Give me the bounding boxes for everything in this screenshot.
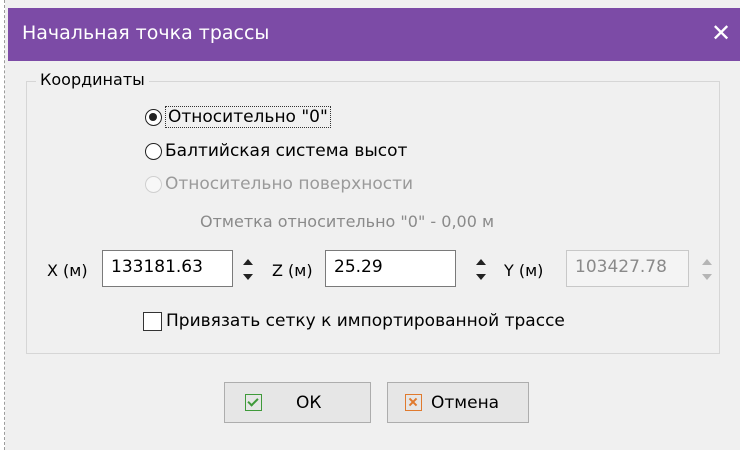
radio-button-checked[interactable] (145, 108, 162, 126)
cancel-button[interactable]: Отмена (387, 382, 529, 423)
radio-button-disabled (145, 175, 162, 193)
title-bar: Начальная точка трассы ✕ (8, 8, 740, 61)
spin-up-icon[interactable] (243, 259, 253, 265)
spin-down-icon (702, 274, 712, 280)
z-spinner[interactable] (472, 250, 490, 287)
x-label: X (м) (47, 261, 88, 280)
spin-down-icon[interactable] (476, 274, 486, 280)
check-icon (245, 394, 262, 411)
radio-baltic-system[interactable]: Балтийская система высот (145, 138, 407, 164)
radio-label-relative-zero: Относительно "0" (165, 106, 331, 128)
radio-label-relative-surface: Относительно поверхности (165, 174, 414, 194)
y-spinner (698, 250, 716, 287)
snap-grid-option[interactable]: Привязать сетку к импортированной трассе (143, 311, 565, 331)
snap-grid-label: Привязать сетку к импортированной трассе (166, 311, 565, 331)
radio-button[interactable] (145, 142, 162, 160)
radio-relative-zero[interactable]: Относительно "0" (145, 104, 331, 130)
spin-down-icon[interactable] (243, 274, 253, 280)
window-title: Начальная точка трассы (22, 22, 270, 44)
x-input[interactable]: 133181.63 (102, 250, 233, 287)
radio-label-baltic-system: Балтийская система высот (165, 141, 408, 161)
spin-up-icon (702, 259, 712, 265)
background-window-edge (0, 0, 5, 450)
z-label: Z (м) (272, 261, 313, 280)
close-icon[interactable]: ✕ (706, 18, 736, 48)
ok-button[interactable]: ОК (224, 382, 371, 423)
z-input[interactable]: 25.29 (325, 250, 456, 287)
x-spinner[interactable] (239, 250, 257, 287)
elevation-note: Отметка относительно "0" - 0,00 м (200, 212, 495, 231)
snap-grid-checkbox[interactable] (143, 311, 162, 331)
y-label: Y (м) (504, 261, 544, 280)
cross-icon (405, 394, 422, 411)
radio-relative-surface: Относительно поверхности (145, 171, 413, 197)
coordinates-group-label: Координаты (36, 70, 149, 89)
spin-up-icon[interactable] (476, 259, 486, 265)
cancel-button-label: Отмена (431, 392, 500, 413)
y-input: 103427.78 (566, 250, 689, 287)
ok-button-label: ОК (296, 392, 322, 413)
